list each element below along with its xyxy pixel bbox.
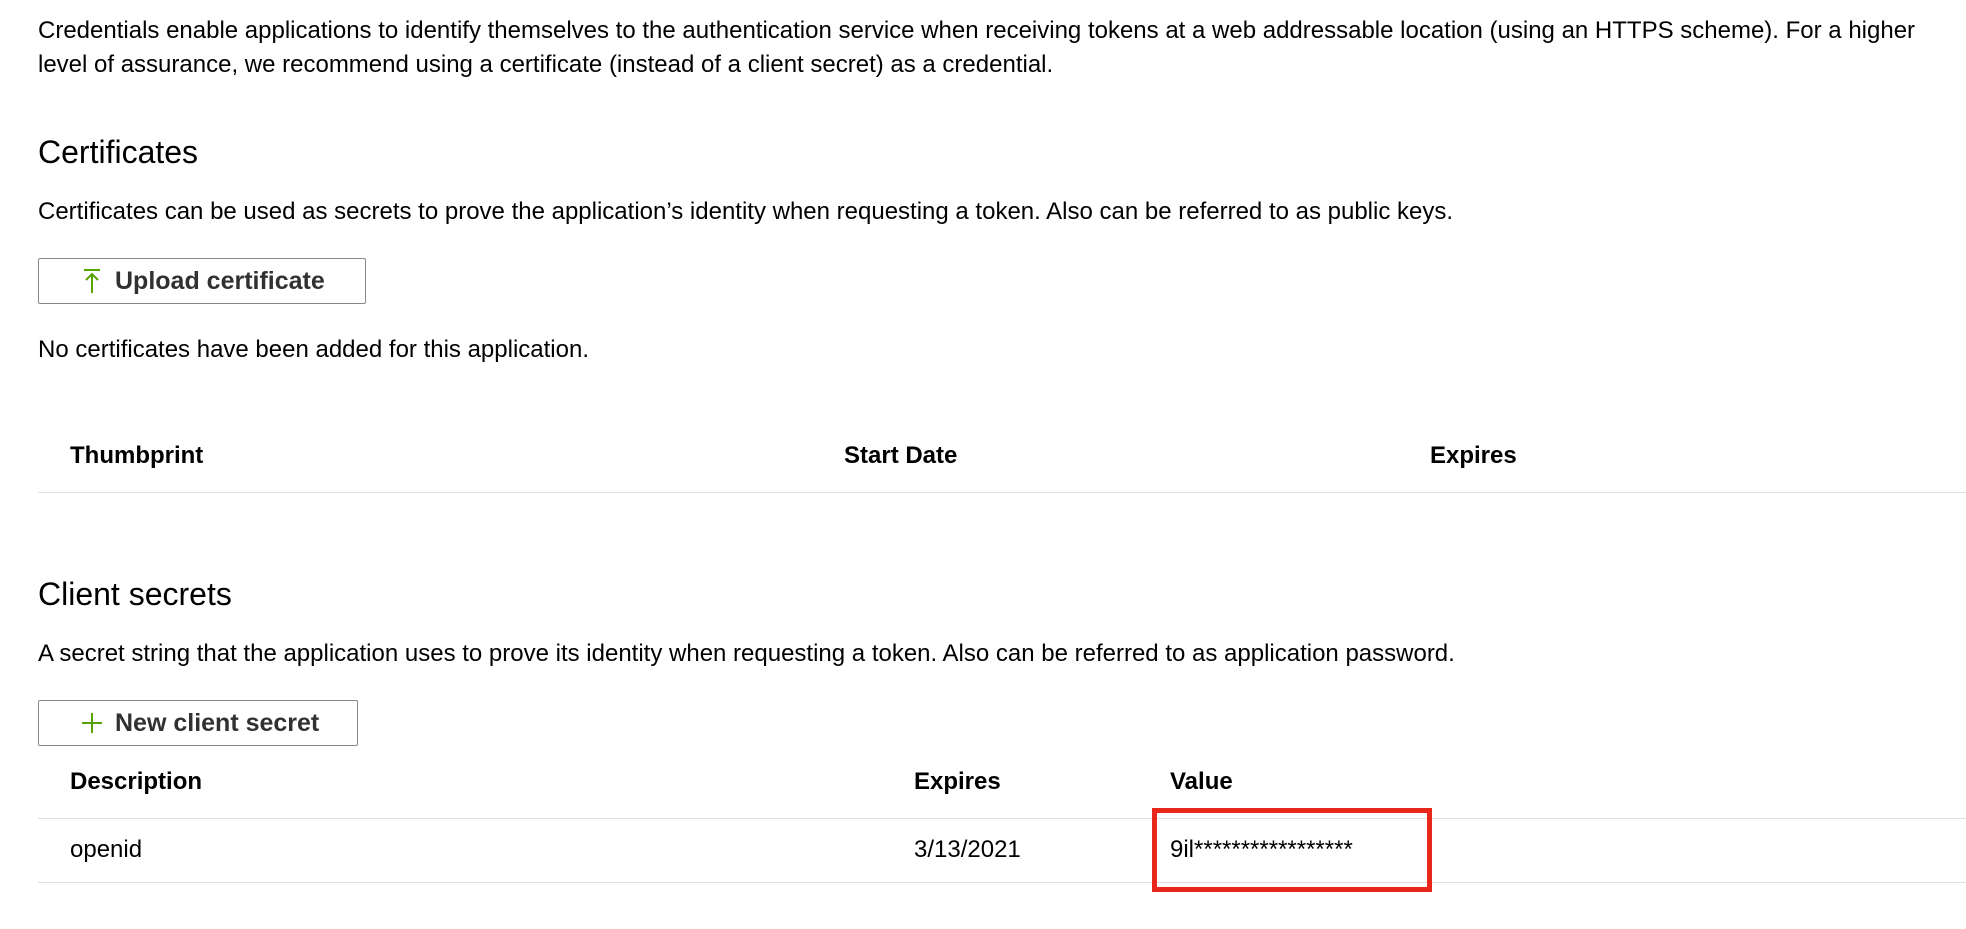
upload-icon	[79, 266, 105, 296]
upload-certificate-label: Upload certificate	[115, 266, 325, 295]
new-client-secret-button[interactable]: New client secret	[38, 700, 358, 746]
client-secrets-row-divider	[38, 882, 1966, 883]
column-header-expires[interactable]: Expires	[1430, 442, 1517, 470]
plus-icon	[79, 708, 105, 738]
new-client-secret-label: New client secret	[115, 708, 320, 737]
certificates-table-divider	[38, 492, 1966, 493]
client-secrets-header-divider	[38, 818, 1966, 819]
client-secrets-title: Client secrets	[38, 576, 232, 612]
certificates-title: Certificates	[38, 134, 199, 170]
column-header-value[interactable]: Value	[1170, 768, 1233, 796]
secret-value-highlight-box	[1152, 808, 1432, 892]
credentials-intro: Credentials enable applications to ident…	[38, 17, 1916, 78]
secret-expires-cell: 3/13/2021	[914, 836, 1021, 863]
upload-certificate-button[interactable]: Upload certificate	[38, 258, 366, 304]
certificates-description: Certificates can be used as secrets to p…	[38, 198, 1454, 225]
column-header-expires[interactable]: Expires	[914, 768, 1001, 796]
column-header-description[interactable]: Description	[70, 768, 202, 796]
client-secrets-description: A secret string that the application use…	[38, 640, 1455, 667]
column-header-thumbprint[interactable]: Thumbprint	[70, 442, 203, 470]
secret-description-cell: openid	[70, 836, 143, 863]
column-header-start-date[interactable]: Start Date	[844, 442, 957, 470]
no-certificates-message: No certificates have been added for this…	[38, 336, 590, 363]
